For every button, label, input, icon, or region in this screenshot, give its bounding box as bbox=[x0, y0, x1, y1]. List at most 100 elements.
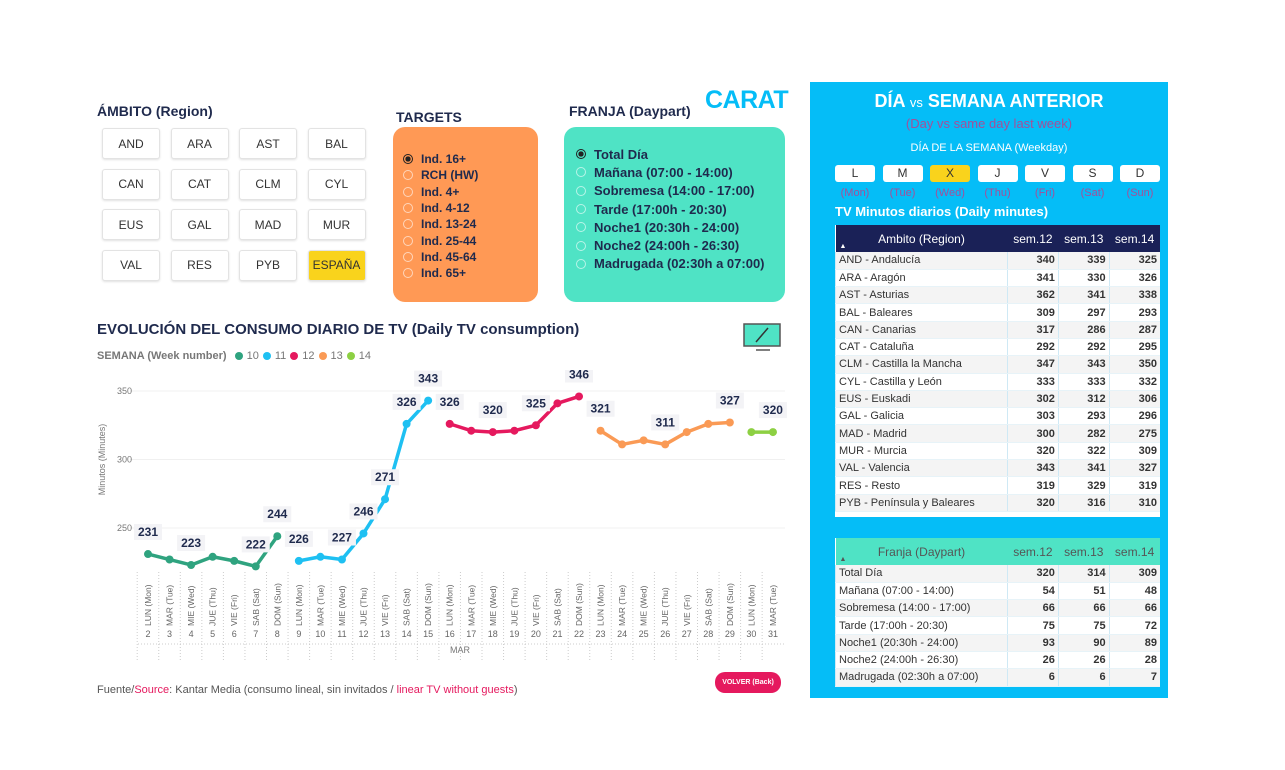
data-point[interactable] bbox=[144, 550, 152, 559]
region-table-container[interactable]: ▲ Ambito (Region) sem.12 sem.13 sem.14 AND - … bbox=[835, 225, 1160, 517]
back-button[interactable]: VOLVER (Back) bbox=[715, 672, 781, 693]
data-point[interactable] bbox=[682, 428, 691, 437]
data-point[interactable] bbox=[424, 396, 433, 405]
right-panel: DÍA vs SEMANA ANTERIOR (Day vs same day … bbox=[810, 82, 1168, 698]
data-point[interactable] bbox=[294, 556, 303, 565]
x-day-label: 6 bbox=[232, 629, 237, 639]
chart-legend: SEMANA (Week number) 10 11 12 13 14 bbox=[97, 350, 371, 362]
targets-option[interactable]: Ind. 25-44 bbox=[403, 232, 538, 248]
data-point[interactable] bbox=[575, 392, 583, 401]
sort-ascending-icon[interactable]: ▲ bbox=[840, 556, 847, 563]
franja-panel: Total Día Mañana (07:00 - 14:00) Sobremesa… bbox=[564, 127, 785, 302]
targets-option[interactable]: RCH (HW) bbox=[403, 167, 538, 183]
franja-option[interactable]: Madrugada (02:30h a 07:00) bbox=[576, 255, 785, 273]
legend-label[interactable]: 13 bbox=[331, 350, 343, 362]
column-header[interactable]: sem.12 bbox=[1007, 538, 1059, 565]
targets-option[interactable]: Ind. 45-64 bbox=[403, 249, 538, 265]
region-button-eus[interactable]: EUS bbox=[102, 209, 160, 240]
data-point[interactable] bbox=[768, 428, 777, 437]
region-button-pyb[interactable]: PYB bbox=[239, 249, 297, 281]
column-header[interactable]: ▲ Ambito (Region) bbox=[835, 225, 1008, 252]
franja-option[interactable]: Total Día bbox=[576, 145, 785, 163]
region-button-españa[interactable]: ESPAÑA bbox=[307, 249, 366, 281]
targets-option[interactable]: Ind. 4-12 bbox=[403, 200, 538, 216]
franja-option[interactable]: Tarde (17:00h - 20:30) bbox=[576, 200, 785, 218]
row-label: CYL - Castilla y León bbox=[835, 373, 1008, 391]
region-button-ast[interactable]: AST bbox=[239, 128, 297, 159]
data-point[interactable] bbox=[725, 418, 734, 427]
weekday-button-J[interactable]: J bbox=[977, 165, 1018, 182]
targets-option-label: Ind. 13-24 bbox=[421, 217, 477, 232]
region-button-and[interactable]: AND bbox=[102, 128, 160, 159]
data-point[interactable] bbox=[445, 419, 454, 428]
x-axis-month: MAR bbox=[450, 645, 471, 655]
region-button-bal[interactable]: BAL bbox=[307, 128, 366, 159]
column-header[interactable]: ▲ Franja (Daypart) bbox=[835, 538, 1008, 565]
data-point[interactable] bbox=[510, 426, 519, 435]
data-point[interactable] bbox=[381, 495, 390, 504]
targets-option[interactable]: Ind. 4+ bbox=[403, 184, 538, 200]
region-button-can[interactable]: CAN bbox=[102, 168, 160, 200]
data-point[interactable] bbox=[553, 399, 562, 408]
row-label: PYB - Península y Baleares bbox=[835, 494, 1008, 512]
column-header-label: sem.12 bbox=[1013, 544, 1053, 559]
data-point[interactable] bbox=[187, 560, 196, 569]
legend-label[interactable]: 10 bbox=[247, 350, 259, 362]
region-button-val[interactable]: VAL bbox=[102, 249, 160, 281]
franja-option[interactable]: Sobremesa (14:00 - 17:00) bbox=[576, 182, 785, 200]
data-point[interactable] bbox=[230, 556, 239, 565]
legend-label[interactable]: 11 bbox=[275, 350, 286, 362]
data-point[interactable] bbox=[596, 426, 605, 435]
region-button-gal[interactable]: GAL bbox=[170, 209, 229, 240]
data-point[interactable] bbox=[165, 555, 174, 564]
weekday-button-X[interactable]: X bbox=[930, 165, 970, 182]
data-point[interactable] bbox=[316, 552, 325, 561]
region-button-mad[interactable]: MAD bbox=[239, 209, 297, 240]
column-header[interactable]: sem.14 bbox=[1109, 538, 1160, 565]
targets-option[interactable]: Ind. 16+ bbox=[403, 151, 538, 167]
sort-ascending-icon[interactable]: ▲ bbox=[840, 243, 847, 250]
x-day-label: 26 bbox=[660, 629, 670, 639]
data-point[interactable] bbox=[661, 440, 670, 449]
x-day-label: 14 bbox=[402, 629, 412, 639]
franja-option[interactable]: Noche2 (24:00h - 26:30) bbox=[576, 236, 785, 254]
weekday-button-L[interactable]: L bbox=[835, 165, 875, 182]
region-button-res[interactable]: RES bbox=[170, 249, 229, 281]
data-point[interactable] bbox=[208, 552, 217, 561]
x-weekday-label: SAB (Sat) bbox=[703, 588, 713, 626]
data-point[interactable] bbox=[273, 532, 282, 541]
legend-label[interactable]: 14 bbox=[359, 350, 371, 362]
data-point[interactable] bbox=[337, 555, 346, 564]
tv-edit-icon[interactable] bbox=[742, 322, 784, 357]
franja-option[interactable]: Mañana (07:00 - 14:00) bbox=[576, 163, 785, 181]
data-point[interactable] bbox=[488, 428, 497, 437]
data-point[interactable] bbox=[251, 562, 260, 571]
franja-option[interactable]: Noche1 (20:30h - 24:00) bbox=[576, 218, 785, 236]
data-label: 343 bbox=[418, 372, 438, 386]
legend-label[interactable]: 12 bbox=[302, 350, 314, 362]
weekday-button-V[interactable]: V bbox=[1025, 165, 1065, 182]
weekday-button-D[interactable]: D bbox=[1120, 165, 1160, 182]
weekday-button-S[interactable]: S bbox=[1072, 165, 1113, 182]
column-header[interactable]: sem.13 bbox=[1058, 225, 1110, 252]
data-point[interactable] bbox=[402, 419, 411, 428]
column-header[interactable]: sem.14 bbox=[1109, 225, 1160, 252]
region-button-cyl[interactable]: CYL bbox=[307, 168, 366, 200]
data-point[interactable] bbox=[704, 419, 713, 428]
data-point[interactable] bbox=[531, 421, 540, 430]
region-button-mur[interactable]: MUR bbox=[307, 209, 366, 240]
column-header[interactable]: sem.13 bbox=[1058, 538, 1110, 565]
column-header[interactable]: sem.12 bbox=[1007, 225, 1059, 252]
weekday-button-M[interactable]: M bbox=[882, 165, 923, 182]
targets-option[interactable]: Ind. 13-24 bbox=[403, 216, 538, 232]
data-point[interactable] bbox=[639, 436, 648, 445]
data-point[interactable] bbox=[359, 529, 368, 538]
region-button-cat[interactable]: CAT bbox=[170, 168, 229, 200]
data-point[interactable] bbox=[747, 428, 756, 437]
region-button-clm[interactable]: CLM bbox=[239, 168, 297, 200]
region-button-ara[interactable]: ARA bbox=[170, 128, 229, 159]
data-point[interactable] bbox=[618, 440, 627, 449]
targets-option[interactable]: Ind. 65+ bbox=[403, 265, 538, 281]
franja-option-label: Total Día bbox=[594, 146, 648, 162]
data-point[interactable] bbox=[467, 426, 476, 435]
